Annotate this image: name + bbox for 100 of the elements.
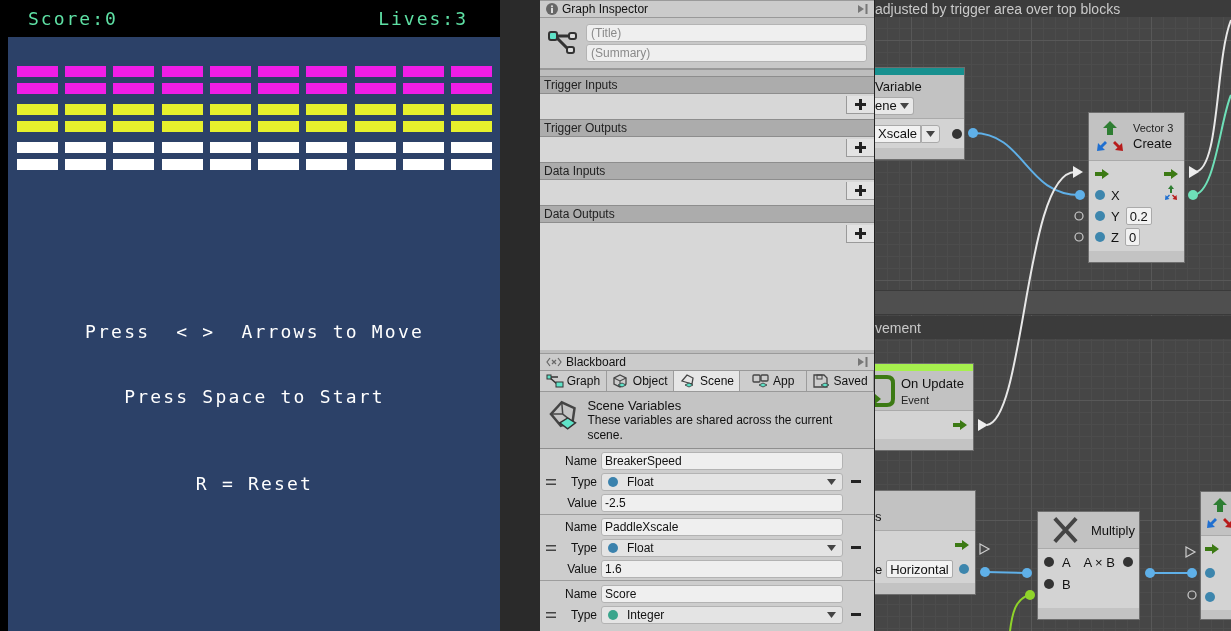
port-label: B	[1062, 576, 1071, 592]
node-title: On Update	[901, 375, 964, 391]
add-button[interactable]	[846, 225, 874, 243]
node-subtitle: Event	[901, 393, 931, 406]
score-text: Score:0	[28, 8, 118, 29]
port-dot	[1075, 190, 1085, 200]
node-card[interactable]	[1200, 491, 1231, 620]
plus-icon	[855, 99, 866, 110]
minus-icon[interactable]	[850, 613, 861, 616]
title-field[interactable]: (Title)	[586, 24, 867, 42]
axis-arrows-icon	[1095, 120, 1125, 153]
port-dot	[1123, 557, 1133, 567]
tab[interactable]: App	[740, 371, 808, 391]
code-brackets-icon	[546, 357, 562, 367]
axis-name-field[interactable]: Horizontal	[886, 560, 953, 578]
node-card[interactable]: Vector 3 Create X Y 0.2 Z 0	[1088, 112, 1185, 263]
panel-title: Blackboard	[566, 355, 628, 369]
value-field[interactable]: 0	[1124, 228, 1141, 246]
port-label: A	[1062, 554, 1071, 570]
info-icon	[546, 3, 558, 15]
arrow-right-icon	[1164, 169, 1178, 179]
node-card[interactable]: On Update Event	[875, 363, 974, 451]
graph-canvas[interactable]: adjusted by trigger area over top blocks Variable ene Xscale Vector 3 Create X Y 0.2 Z 0 vement On Update Event s e Horizontal Multiply A A × B B	[875, 0, 1231, 631]
node-card[interactable]: Multiply A A × B B	[1037, 511, 1140, 620]
field-label: Type	[570, 474, 597, 489]
port-label: e	[875, 561, 883, 577]
add-button[interactable]	[846, 139, 874, 157]
name-field[interactable]: BreakerSpeed	[601, 451, 843, 470]
value-field[interactable]: -2.5	[601, 493, 843, 512]
port-dot	[1025, 590, 1035, 600]
dock-icon[interactable]	[858, 4, 868, 14]
port-dot	[959, 564, 969, 574]
port-dot	[1205, 568, 1215, 578]
port-dot	[1188, 190, 1198, 200]
group-title: adjusted by trigger area over top blocks	[875, 0, 1231, 17]
dock-icon[interactable]	[858, 357, 868, 367]
value-field[interactable]: 0.2	[1125, 207, 1152, 225]
description-text: These variables are shared across the current scene.	[587, 413, 834, 443]
type-dropdown[interactable]: Integer	[601, 606, 843, 624]
tab[interactable]: Scene	[673, 371, 741, 391]
cube-icon	[611, 374, 630, 388]
arrow-right-icon	[955, 540, 969, 550]
field-label: Name	[564, 519, 597, 534]
scene-icon	[678, 374, 697, 388]
instruction-text: Press Space to Start	[124, 387, 385, 407]
name-field[interactable]: Score	[601, 585, 843, 603]
axis-arrows-icon	[1164, 185, 1178, 201]
drag-handle-icon[interactable]	[546, 544, 556, 551]
type-dropdown[interactable]: Float	[601, 472, 843, 491]
plus-icon	[855, 185, 866, 196]
graph-icon	[545, 374, 564, 388]
lives-text: Lives:3	[378, 8, 468, 29]
port-dot	[980, 567, 990, 577]
flow-port-icon	[1185, 546, 1197, 558]
node-card[interactable]: s e Horizontal	[875, 490, 976, 595]
panel-title: Graph Inspector	[562, 2, 650, 16]
type-dropdown[interactable]: Float	[601, 538, 843, 557]
empty-port-icon	[1187, 590, 1197, 600]
section-title: Trigger Inputs	[544, 78, 618, 92]
plus-icon	[855, 142, 866, 153]
flow-port-icon	[1073, 166, 1083, 178]
field-label: Name	[564, 587, 597, 601]
drag-handle-icon[interactable]	[546, 478, 556, 485]
minus-icon[interactable]	[850, 480, 861, 483]
summary-field[interactable]: (Summary)	[586, 44, 867, 62]
flow-port-icon	[979, 543, 991, 555]
name-field[interactable]: PaddleXscale	[601, 517, 843, 536]
port-dot	[1044, 557, 1054, 567]
instruction-text: R = Reset	[195, 474, 314, 494]
variable-field[interactable]: Xscale	[875, 124, 922, 143]
node-card[interactable]: Variable ene Xscale	[875, 67, 965, 160]
caret-icon	[926, 130, 936, 137]
section-heading: Scene Variables	[587, 398, 683, 413]
section-title: Trigger Outputs	[544, 121, 627, 135]
dropdown-button[interactable]	[921, 124, 941, 143]
port-label: Y	[1111, 208, 1120, 224]
port-dot	[1095, 211, 1105, 221]
field-label: Name	[564, 453, 597, 468]
port-dot	[1187, 568, 1197, 578]
field-label: Type	[570, 608, 597, 622]
tab[interactable]: Saved	[807, 371, 874, 391]
minus-icon[interactable]	[850, 546, 861, 549]
section-title: Data Inputs	[544, 164, 606, 178]
plus-icon	[855, 228, 866, 239]
node-title: Create	[1133, 136, 1174, 151]
port-dot	[1022, 568, 1032, 578]
drag-handle-icon[interactable]	[546, 612, 556, 618]
arrow-right-icon	[1095, 169, 1109, 179]
scope-dropdown[interactable]: ene	[875, 96, 914, 115]
port-dot	[1095, 232, 1105, 242]
tab[interactable]: Graph	[540, 371, 607, 391]
instruction-text: Press < > Arrows to Move	[85, 322, 424, 342]
tab[interactable]: Object	[606, 371, 674, 391]
field-label: Value	[566, 561, 597, 576]
add-button[interactable]	[846, 96, 874, 114]
caret-icon	[827, 544, 836, 551]
port-dot	[968, 128, 978, 138]
value-field[interactable]: 1.6	[601, 559, 843, 578]
flow-port-icon	[1189, 166, 1199, 178]
add-button[interactable]	[846, 182, 874, 200]
